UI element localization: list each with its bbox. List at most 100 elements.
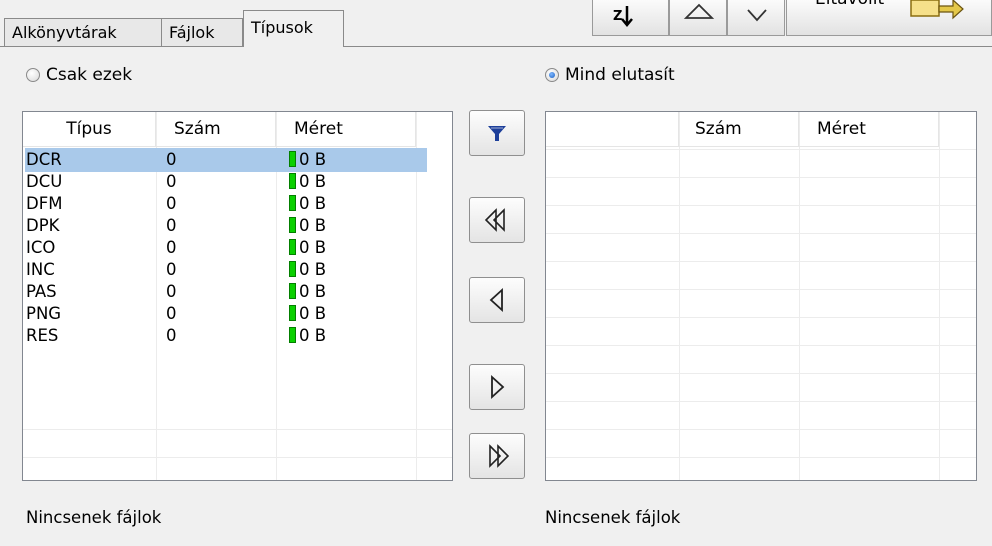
column-header-szam[interactable]: Szám: [156, 112, 276, 146]
move-all-left-icon: [484, 208, 505, 232]
size-value: 0 B: [299, 150, 327, 169]
column-header-meret[interactable]: Méret: [799, 112, 939, 146]
cell-count: 0: [166, 326, 177, 345]
row-line: [546, 373, 976, 374]
column-header-empty[interactable]: [546, 112, 679, 146]
table-row[interactable]: RES 0 0 B: [23, 325, 452, 347]
row-line: [546, 149, 976, 150]
cell-type: ICO: [26, 238, 56, 257]
size-bar-icon: [289, 327, 296, 343]
tab-tipusok[interactable]: Típusok: [243, 10, 344, 47]
remove-button[interactable]: Eltávolít: [786, 0, 992, 36]
cell-type: INC: [26, 260, 55, 279]
row-line: [546, 317, 976, 318]
size-value: 0 B: [299, 326, 327, 345]
table-row[interactable]: DFM 0 0 B: [23, 193, 452, 215]
cell-size: 0 B: [276, 325, 416, 346]
remove-label: Eltávolít: [815, 0, 884, 9]
cell-type: PNG: [26, 304, 62, 323]
cell-count: 0: [166, 194, 177, 213]
down-icon: [747, 9, 767, 22]
cell-type: DFM: [26, 194, 63, 213]
column-header-szam[interactable]: Szám: [679, 112, 799, 146]
move-left-button[interactable]: [469, 277, 525, 323]
cell-size: 0 B: [276, 149, 416, 170]
row-line: [546, 345, 976, 346]
column-header-tipus[interactable]: Típus: [23, 112, 156, 146]
size-value: 0 B: [299, 260, 327, 279]
move-right-button[interactable]: [469, 364, 525, 410]
move-all-left-button[interactable]: [469, 197, 525, 243]
move-all-right-button[interactable]: [469, 433, 525, 479]
remove-icon: [910, 0, 964, 20]
size-value: 0 B: [299, 194, 327, 213]
size-value: 0 B: [299, 304, 327, 323]
table-row[interactable]: DCR 0 0 B: [23, 148, 452, 172]
row-line: [546, 429, 976, 430]
size-bar-icon: [289, 151, 296, 167]
cell-size: 0 B: [276, 281, 416, 302]
sort-icon: Z: [613, 6, 633, 27]
radio-label: Mind elutasít: [565, 65, 675, 85]
cell-size: 0 B: [276, 215, 416, 236]
size-bar-icon: [289, 261, 296, 277]
size-value: 0 B: [299, 216, 327, 235]
size-value: 0 B: [299, 172, 327, 191]
size-bar-icon: [289, 217, 296, 233]
table-row[interactable]: PNG 0 0 B: [23, 303, 452, 325]
tab-fajlok[interactable]: Fájlok: [161, 18, 243, 46]
right-status-text: Nincsenek fájlok: [545, 508, 681, 527]
cell-size: 0 B: [276, 193, 416, 214]
cell-count: 0: [166, 260, 177, 279]
row-line: [546, 177, 976, 178]
row-line: [546, 457, 976, 458]
list-rows: DCR 0 0 B DCU 0 0 B DFM 0 0 B DPK 0 0 B ICO 0 0 B INC 0 0…: [23, 148, 452, 347]
cell-count: 0: [166, 304, 177, 323]
size-bar-icon: [289, 173, 296, 189]
sort-button[interactable]: Z: [592, 0, 669, 36]
table-row[interactable]: DCU 0 0 B: [23, 171, 452, 193]
size-bar-icon: [289, 239, 296, 255]
filter-button[interactable]: [469, 110, 525, 156]
cell-type: DCU: [26, 172, 63, 191]
size-bar-icon: [289, 305, 296, 321]
size-bar-icon: [289, 195, 296, 211]
types-list[interactable]: Típus Szám Méret DCR 0 0 B DCU 0 0 B DFM 0 0 B DP…: [22, 111, 453, 481]
cell-count: 0: [166, 238, 177, 257]
cell-size: 0 B: [276, 259, 416, 280]
tab-alkonyvtarak[interactable]: Alkönyvtárak: [4, 18, 162, 46]
cell-count: 0: [166, 216, 177, 235]
column-header-meret[interactable]: Méret: [276, 112, 416, 146]
cell-size: 0 B: [276, 237, 416, 258]
cell-count: 0: [166, 282, 177, 301]
radio-mind-elutasit[interactable]: Mind elutasít: [545, 65, 675, 85]
radio-csak-ezek[interactable]: Csak ezek: [26, 65, 132, 85]
tab-label: Fájlok: [169, 23, 215, 42]
cell-count: 0: [166, 150, 177, 169]
cell-type: DPK: [26, 216, 60, 235]
left-status-text: Nincsenek fájlok: [26, 508, 162, 527]
rejected-list[interactable]: Szám Méret: [545, 111, 977, 481]
row-line: [546, 205, 976, 206]
row-line: [546, 261, 976, 262]
size-bar-icon: [289, 283, 296, 299]
row-line: [546, 401, 976, 402]
move-up-button[interactable]: [669, 0, 727, 36]
table-row[interactable]: ICO 0 0 B: [23, 237, 452, 259]
move-down-button[interactable]: [727, 0, 785, 36]
table-row[interactable]: INC 0 0 B: [23, 259, 452, 281]
radio-checked-icon: [545, 68, 559, 82]
svg-text:Z: Z: [613, 9, 622, 24]
table-row[interactable]: DPK 0 0 B: [23, 215, 452, 237]
cell-size: 0 B: [276, 303, 416, 324]
cell-type: RES: [26, 326, 59, 345]
radio-unchecked-icon: [26, 68, 40, 82]
up-icon: [683, 3, 715, 19]
table-row[interactable]: PAS 0 0 B: [23, 281, 452, 303]
radio-label: Csak ezek: [46, 65, 133, 85]
cell-type: PAS: [26, 282, 57, 301]
row-line: [546, 233, 976, 234]
tab-strip-border: [0, 46, 992, 47]
cell-size: 0 B: [276, 171, 416, 192]
cell-count: 0: [166, 172, 177, 191]
